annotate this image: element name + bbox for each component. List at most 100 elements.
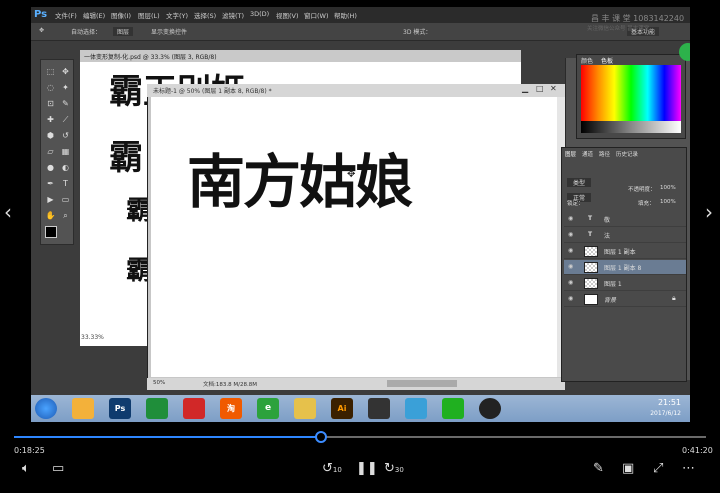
gradient-tool-icon: ▦	[61, 147, 70, 156]
folder-icon[interactable]	[294, 398, 316, 419]
history-tab[interactable]: 历史记录	[616, 150, 638, 158]
app-icon-1[interactable]	[72, 398, 94, 419]
layer-name: 图层 1	[604, 281, 622, 288]
visibility-eye-icon[interactable]: ◉	[568, 295, 573, 302]
fill-value[interactable]: 100%	[660, 199, 676, 205]
type-layer-icon: T	[588, 231, 593, 238]
front-doc-statusbar: 50% 文档:183.8 M/28.8M	[147, 378, 565, 390]
illustrator-icon[interactable]: Ai	[331, 398, 353, 419]
toolbox: ⬚ ✥ ◌ ✦ ⊡ ✎ ✚ ⟋ ⬢ ↺ ▱ ▦ ● ◐ ✒ T ▶ ▭ ✋ ⌕	[40, 59, 74, 245]
swatch-grid[interactable]	[581, 65, 681, 121]
paths-tab[interactable]: 路径	[599, 150, 610, 158]
visibility-eye-icon[interactable]: ◉	[568, 247, 573, 254]
progress-fill	[14, 436, 322, 438]
swatch-tab-swatches[interactable]: 色板	[601, 56, 613, 65]
photoshop-taskbar-icon[interactable]: Ps	[109, 398, 131, 419]
captions-icon[interactable]: ▭	[52, 461, 64, 476]
crop-tool-icon: ⊡	[47, 99, 54, 108]
shape-tool-icon: ▭	[61, 195, 70, 204]
blur-tool-icon: ●	[47, 163, 54, 172]
photoshop-logo: Ps	[34, 9, 48, 20]
app-icon-cat[interactable]	[368, 398, 390, 419]
layers-tab[interactable]: 图层	[565, 150, 576, 158]
layer-row[interactable]: ◉ 图层 1 副本	[564, 244, 686, 259]
close-icon[interactable]: ✕	[550, 84, 557, 93]
background-document-tab[interactable]: 一体变形复制-化.psd @ 33.3% (图层 3, RGB/8)	[80, 50, 521, 62]
windows-taskbar: Ps 淘 e Ai 21:51 2017/6/12	[31, 395, 690, 422]
channels-tab[interactable]: 通道	[582, 150, 593, 158]
app-icon-3[interactable]	[146, 398, 168, 419]
back-doc-title: 一体变形复制-化.psd @ 33.3% (图层 3, RGB/8)	[84, 54, 217, 61]
layer-row[interactable]: ◉ 背景 🔒︎	[564, 292, 686, 307]
lock-icon: 🔒︎	[672, 294, 676, 302]
taskbar-clock: 21:51	[657, 398, 681, 407]
menu-view: 视图(V)	[276, 12, 299, 20]
video-frame[interactable]: Ps 文件(F) 编辑(E) 图像(I) 图层(L) 文字(Y) 选择(S) 滤…	[31, 7, 690, 422]
canvas-horizontal-scrollbar[interactable]	[387, 380, 457, 387]
obs-icon[interactable]	[479, 398, 501, 419]
visibility-eye-icon[interactable]: ◉	[568, 263, 573, 270]
layer-name: 法	[604, 233, 611, 240]
layer-row-selected[interactable]: ◉ 图层 1 副本 8	[564, 260, 686, 275]
document-canvas[interactable]: 南方姑娘 ✥	[151, 97, 557, 377]
mini-view-icon[interactable]: ▣	[622, 461, 634, 476]
menu-3d: 3D(D)	[250, 10, 270, 18]
layer-row[interactable]: ◉ T 敬	[564, 212, 686, 227]
eraser-tool-icon: ▱	[47, 147, 54, 156]
ie-browser-icon[interactable]: e	[257, 398, 279, 419]
skip-back-button[interactable]: ↺10	[322, 461, 342, 476]
pause-button[interactable]: ❚❚	[356, 461, 378, 476]
wechat-icon[interactable]	[442, 398, 464, 419]
lock-label: 锁定：	[567, 201, 584, 207]
edit-pen-icon[interactable]: ✎	[593, 461, 604, 476]
taobao-icon[interactable]: 淘	[220, 398, 242, 419]
minimize-icon[interactable]: ▁	[522, 84, 528, 93]
brush-tool-icon: ⟋	[62, 115, 69, 124]
auto-select-label: 自动选择：	[71, 29, 102, 36]
front-doc-title: 未标题-1 @ 50% (图层 1 副本 8, RGB/8) *	[153, 88, 272, 95]
volume-icon[interactable]: 🔈︎	[22, 461, 30, 476]
move-tool-icon: ✥	[62, 67, 69, 76]
magic-wand-icon: ✦	[62, 83, 69, 92]
app-icon-diamond[interactable]	[405, 398, 427, 419]
back-doc-zoom: 33.33%	[81, 334, 104, 341]
progress-thumb[interactable]	[315, 431, 327, 443]
skip-forward-button[interactable]: ↻30	[384, 461, 404, 476]
next-arrow[interactable]: ›	[705, 200, 713, 224]
dodge-tool-icon: ◐	[62, 163, 69, 172]
prev-arrow[interactable]: ‹	[4, 200, 12, 224]
visibility-eye-icon[interactable]: ◉	[568, 215, 573, 222]
layers-panel: 图层 通道 路径 历史记录 类型 正常 不透明度： 100% 锁定： 填充： 1…	[561, 147, 687, 382]
swatches-panel: 颜色 色板	[576, 54, 686, 139]
skip-forward-label: 30	[394, 466, 404, 474]
zoom-tool-icon: ⌕	[63, 211, 68, 220]
menu-help: 帮助(H)	[334, 12, 357, 20]
start-button-icon[interactable]	[35, 398, 57, 419]
layer-name: 图层 1 副本 8	[604, 265, 642, 272]
layer-select-dropdown: 图层	[113, 27, 134, 36]
menu-layer: 图层(L)	[138, 12, 160, 20]
swatch-tab-color[interactable]: 颜色	[581, 56, 593, 65]
visibility-eye-icon[interactable]: ◉	[568, 231, 573, 238]
opacity-value[interactable]: 100%	[660, 185, 676, 191]
eyedropper-icon: ✎	[62, 99, 69, 108]
maximize-icon[interactable]: □	[536, 84, 544, 93]
layer-row[interactable]: ◉ 图层 1	[564, 276, 686, 291]
move-cursor-icon: ✥	[347, 169, 356, 180]
foreground-color-swatch	[45, 226, 57, 238]
type-layer-icon: T	[588, 215, 593, 222]
front-doc-zoom: 50%	[153, 380, 166, 386]
layer-row[interactable]: ◉ T 法	[564, 228, 686, 243]
swatch-grays[interactable]	[581, 121, 681, 133]
visibility-eye-icon[interactable]: ◉	[568, 279, 573, 286]
front-doc-status: 文档:183.8 M/28.8M	[203, 382, 257, 388]
qq-icon[interactable]	[183, 398, 205, 419]
back-text-line-2: 霸	[109, 138, 143, 178]
more-options-icon[interactable]: ⋯	[682, 461, 695, 476]
fullscreen-icon[interactable]: ⤢	[653, 461, 663, 476]
hand-tool-icon: ✋	[45, 211, 56, 220]
layer-kind-filter[interactable]: 类型	[567, 178, 592, 187]
fill-label: 填充：	[638, 201, 655, 207]
skip-back-label: 10	[332, 466, 342, 474]
front-document-titlebar[interactable]: 未标题-1 @ 50% (图层 1 副本 8, RGB/8) * ▁ □ ✕	[147, 84, 565, 97]
